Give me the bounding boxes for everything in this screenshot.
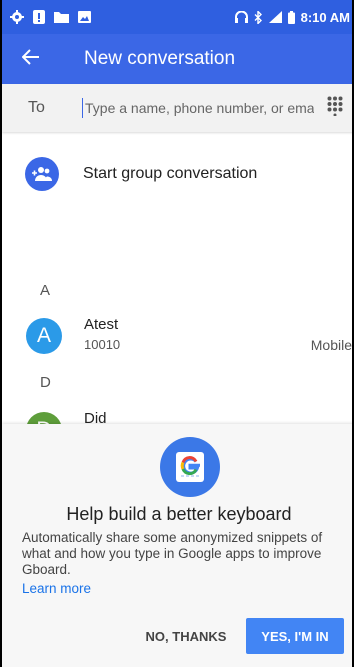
yes-im-in-button[interactable]: YES, I'M IN bbox=[246, 618, 344, 654]
contact-name: Atest bbox=[84, 316, 119, 333]
battery-icon bbox=[287, 10, 295, 24]
settings-gear-icon bbox=[10, 10, 24, 24]
to-label: To bbox=[28, 99, 45, 116]
contact-number-type: Mobile bbox=[310, 337, 352, 353]
contact-row[interactable]: A Atest 10010 Mobile bbox=[2, 310, 352, 360]
back-button[interactable] bbox=[2, 34, 60, 84]
recipient-row: To bbox=[2, 84, 352, 132]
page-title: New conversation bbox=[84, 48, 236, 69]
recipient-input[interactable] bbox=[82, 98, 314, 118]
section-header-a: A bbox=[40, 282, 51, 299]
notification-icon bbox=[33, 10, 45, 24]
image-icon bbox=[78, 11, 91, 23]
avatar: A bbox=[26, 318, 62, 354]
arrow-left-icon bbox=[21, 48, 40, 71]
gboard-prompt-body: Automatically share some anonymized snip… bbox=[22, 530, 323, 577]
dialpad-icon bbox=[327, 96, 343, 121]
gboard-prompt-sheet: Help build a better keyboard Automatical… bbox=[2, 424, 352, 667]
folder-icon bbox=[54, 11, 69, 23]
start-group-label: Start group conversation bbox=[83, 165, 258, 182]
headphones-icon bbox=[234, 11, 248, 23]
no-thanks-button[interactable]: NO, THANKS bbox=[140, 618, 232, 654]
status-time: 8:10 AM bbox=[300, 9, 350, 25]
gboard-logo-icon bbox=[160, 437, 220, 497]
learn-more-link[interactable]: Learn more bbox=[22, 581, 91, 596]
messages-screen: 8:10 AM New conversation To Type a name,… bbox=[0, 0, 354, 667]
add-group-icon bbox=[25, 157, 59, 191]
status-bar: 8:10 AM bbox=[2, 0, 352, 34]
signal-icon bbox=[268, 11, 282, 23]
start-group-conversation[interactable]: Start group conversation bbox=[2, 150, 352, 198]
gboard-prompt-title: Help build a better keyboard bbox=[66, 504, 292, 524]
app-bar: New conversation bbox=[2, 34, 352, 84]
dialpad-button[interactable] bbox=[314, 84, 352, 132]
bluetooth-icon bbox=[254, 10, 263, 24]
section-header-d: D bbox=[40, 374, 51, 391]
contact-number: 10010 bbox=[84, 337, 121, 352]
